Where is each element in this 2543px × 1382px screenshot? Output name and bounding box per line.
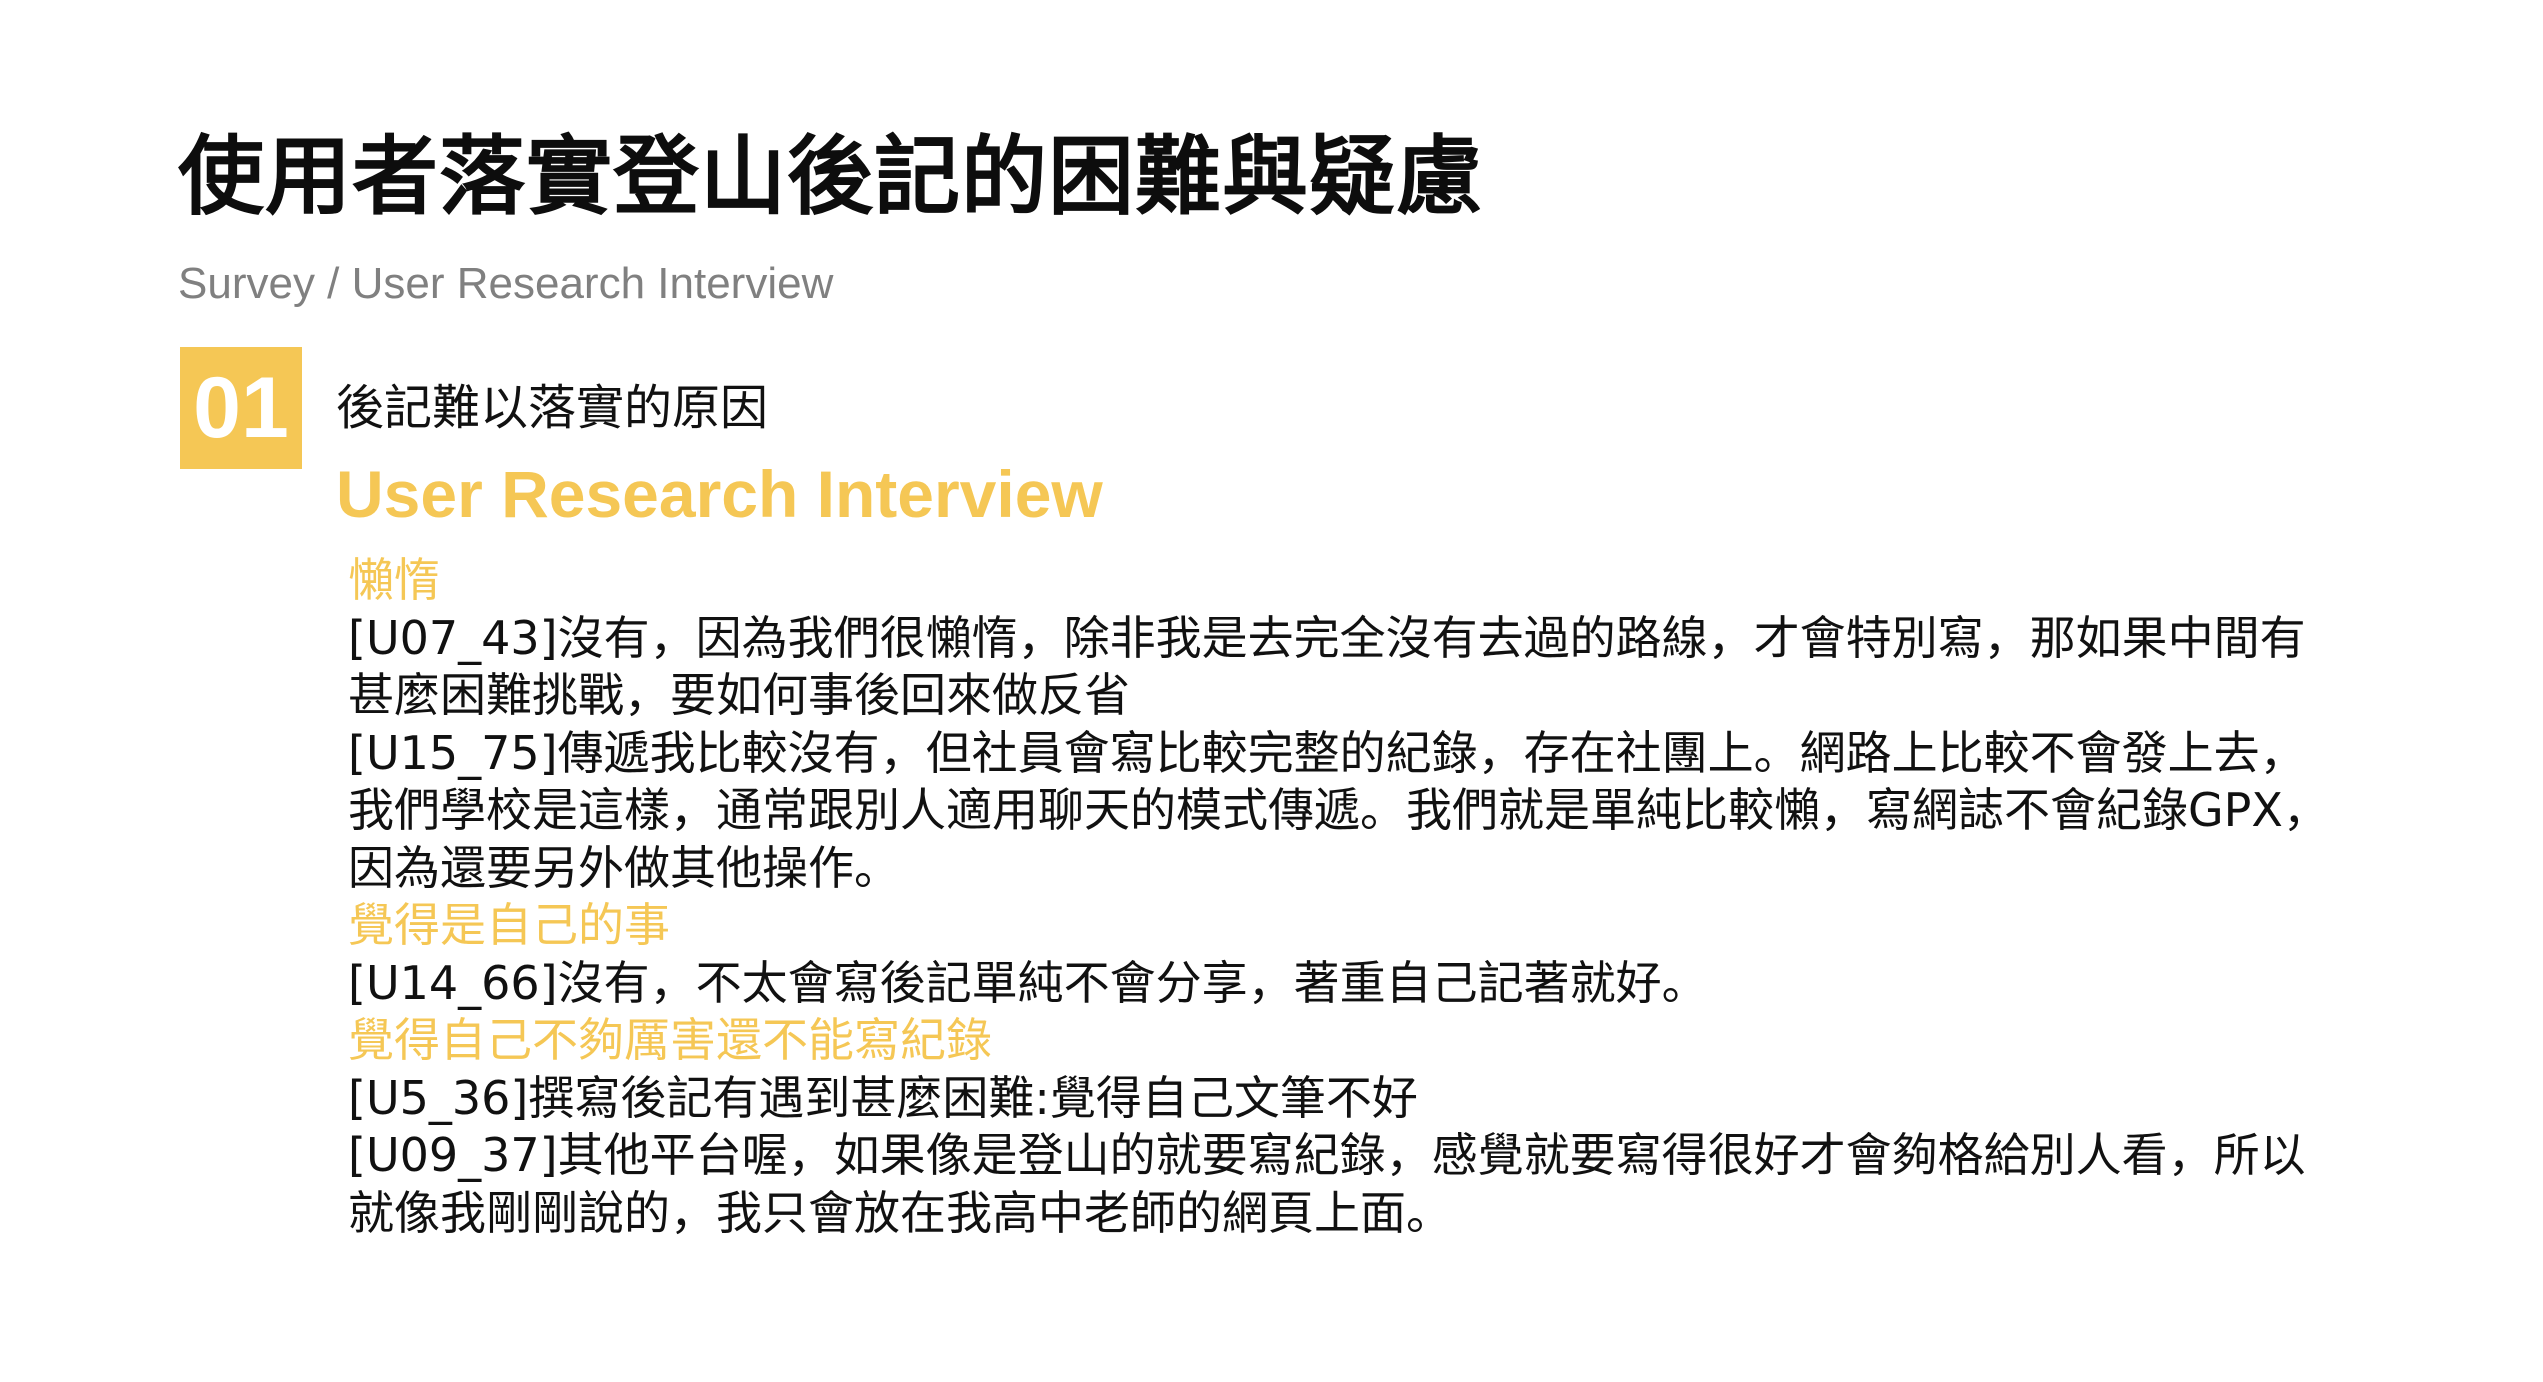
finding-group-laziness: 懶惰 [U07_43]沒有，因為我們很懶惰，除非我是去完全沒有去過的路線，才會特… — [348, 552, 2338, 897]
interview-quote: [U09_37]其他平台喔，如果像是登山的就要寫紀錄，感覺就要寫得很好才會夠格給… — [348, 1128, 2306, 1240]
interview-findings: 懶惰 [U07_43]沒有，因為我們很懶惰，除非我是去完全沒有去過的路線，才會特… — [348, 552, 2338, 1242]
finding-category: 覺得是自己的事 — [348, 898, 670, 952]
finding-group-not-skilled-enough: 覺得自己不夠厲害還不能寫紀錄 [U5_36]撰寫後記有遇到甚麼困難:覺得自己文筆… — [348, 1012, 2338, 1242]
interview-quote: [U07_43]沒有，因為我們很懶惰，除非我是去完全沒有去過的路線，才會特別寫，… — [348, 610, 2306, 723]
section-number-badge: 01 — [180, 347, 302, 469]
section-subtitle: User Research Interview — [336, 457, 1103, 531]
section-title: 後記難以落實的原因 — [336, 380, 769, 436]
breadcrumb: Survey / User Research Interview — [178, 259, 834, 308]
page-title: 使用者落實登山後記的困難與疑慮 — [178, 127, 1483, 227]
interview-quote: [U14_66]沒有，不太會寫後記單純不會分享，著重自己記著就好。 — [348, 955, 1708, 1010]
finding-group-personal-matter: 覺得是自己的事 [U14_66]沒有，不太會寫後記單純不會分享，著重自己記著就好… — [348, 897, 2338, 1012]
finding-category: 覺得自己不夠厲害還不能寫紀錄 — [348, 1013, 992, 1067]
slide: 使用者落實登山後記的困難與疑慮 Survey / User Research I… — [0, 0, 2543, 1382]
interview-quote: [U15_75]傳遞我比較沒有，但社員會寫比較完整的紀錄，存在社團上。網路上比較… — [348, 725, 2329, 895]
finding-category: 懶惰 — [348, 553, 440, 607]
interview-quote: [U5_36]撰寫後記有遇到甚麼困難:覺得自己文筆不好 — [348, 1070, 1418, 1125]
